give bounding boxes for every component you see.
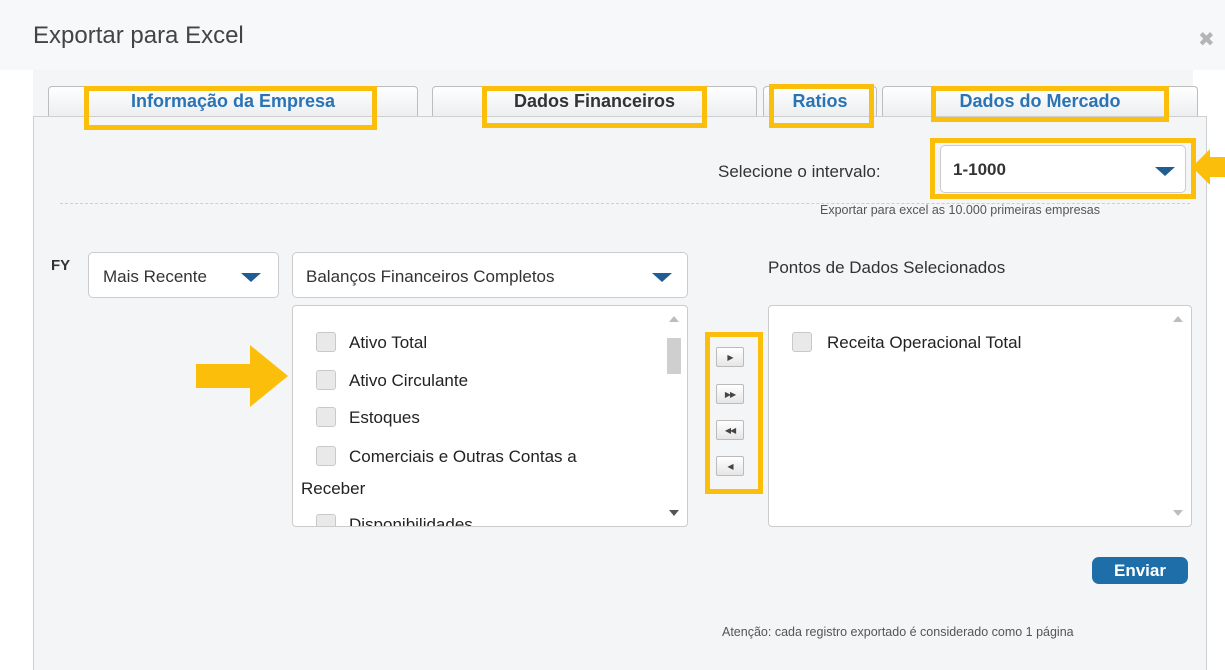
interval-value: 1-1000 (953, 160, 1006, 179)
tab-label: Ratios (792, 91, 848, 111)
move-left-icon[interactable]: ◀ (716, 456, 744, 476)
scrollbar[interactable] (667, 314, 681, 520)
list-item: Receita Operacional Total (827, 333, 1022, 352)
submit-button[interactable]: Enviar (1092, 557, 1188, 584)
selected-title: Pontos de Dados Selecionados (768, 258, 1006, 277)
checkbox[interactable] (316, 446, 336, 466)
tab-label: Dados do Mercado (959, 91, 1121, 111)
move-all-right-icon[interactable]: ▶▶ (716, 384, 744, 404)
tab-label: Dados Financeiros (513, 91, 676, 111)
scroll-down-icon[interactable] (669, 510, 679, 516)
list-item: Estoques (349, 408, 420, 427)
chevron-down-icon (652, 273, 672, 282)
scroll-up-icon[interactable] (669, 316, 679, 322)
tab-label: Informação da Empresa (130, 91, 336, 111)
dialog-header: Exportar para Excel ✖ (0, 0, 1225, 70)
scrollbar-thumb[interactable] (667, 338, 681, 374)
move-right-icon[interactable]: ▶ (716, 347, 744, 367)
footer-note: Atenção: cada registro exportado é consi… (722, 625, 1074, 639)
fy-label: FY (51, 257, 71, 274)
list-item: Ativo Total (349, 333, 428, 352)
period-value: Mais Recente (103, 267, 207, 286)
checkbox[interactable] (316, 514, 336, 526)
checkbox[interactable] (316, 332, 336, 352)
tab-ratios[interactable]: Ratios (763, 86, 877, 116)
chevron-down-icon (241, 273, 261, 282)
available-list[interactable]: Ativo Total Ativo Circulante Estoques Co… (292, 305, 688, 527)
category-select[interactable]: Balanços Financeiros Completos (292, 252, 688, 298)
close-icon[interactable]: ✖ (1198, 30, 1215, 50)
category-value: Balanços Financeiros Completos (306, 267, 555, 286)
checkbox[interactable] (316, 370, 336, 390)
scroll-up-icon[interactable] (1173, 316, 1183, 322)
checkbox[interactable] (792, 332, 812, 352)
tab-dados-mercado[interactable]: Dados do Mercado (882, 86, 1198, 116)
interval-note: Exportar para excel as 10.000 primeiras … (820, 203, 1100, 217)
list-item: Ativo Circulante (349, 371, 469, 390)
dialog-title: Exportar para Excel (33, 22, 244, 49)
annotation-arrow-icon (1192, 149, 1210, 185)
list-item: Disponibilidades (349, 515, 473, 527)
scrollbar[interactable] (1171, 314, 1185, 520)
selected-list[interactable]: Receita Operacional Total (768, 305, 1192, 527)
annotation-arrow-tail (1210, 157, 1225, 177)
annotation-arrow-icon (196, 345, 288, 407)
chevron-down-icon (1155, 167, 1175, 176)
tab-informacao-empresa[interactable]: Informação da Empresa (48, 86, 418, 116)
period-select[interactable]: Mais Recente (88, 252, 279, 298)
list-item-continuation: Receber (301, 479, 366, 498)
tab-dados-financeiros[interactable]: Dados Financeiros (432, 86, 757, 116)
move-all-left-icon[interactable]: ◀◀ (716, 420, 744, 440)
interval-select[interactable]: 1-1000 (940, 145, 1186, 193)
divider (60, 203, 1190, 204)
interval-label: Selecione o intervalo: (718, 162, 881, 181)
checkbox[interactable] (316, 407, 336, 427)
list-item: Comerciais e Outras Contas a (349, 447, 577, 466)
scroll-down-icon[interactable] (1173, 510, 1183, 516)
